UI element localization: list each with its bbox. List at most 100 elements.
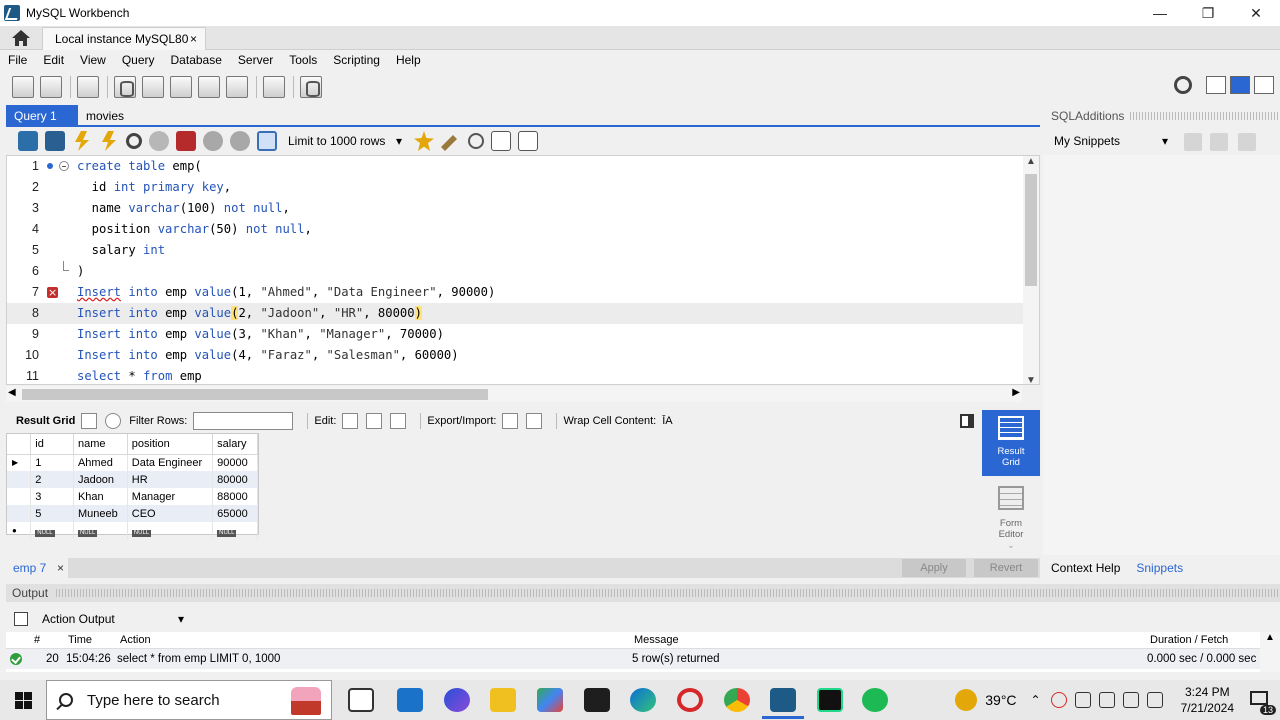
scroll-right-icon[interactable]: ▶ [1012, 387, 1020, 398]
cell[interactable]: Ahmed [73, 454, 128, 471]
cell[interactable]: 5 [30, 505, 74, 522]
new-sql-tab-icon[interactable] [12, 76, 34, 98]
explain-icon[interactable] [126, 133, 142, 149]
rollback-icon[interactable] [230, 131, 250, 151]
code-line[interactable]: 1 create table emp( [7, 156, 1023, 177]
tab-movies[interactable]: movies [78, 105, 158, 127]
delete-row-icon[interactable] [390, 413, 407, 429]
cell[interactable]: CEO [127, 505, 214, 522]
copy-icon[interactable] [14, 612, 28, 626]
opera-icon[interactable] [677, 688, 703, 712]
menu-scripting[interactable]: Scripting [333, 53, 380, 67]
pen-icon[interactable] [1146, 692, 1163, 708]
notifications-button[interactable]: 13 [1246, 685, 1276, 715]
toggle-sidebar-icon[interactable] [1206, 76, 1226, 94]
autocommit-toggle-icon[interactable] [257, 131, 277, 151]
fold-icon[interactable] [59, 161, 69, 171]
execute-current-statement-icon[interactable] [102, 131, 116, 151]
toggle-output-icon[interactable] [1230, 76, 1250, 94]
cell[interactable]: 90000 [212, 454, 258, 471]
grid-icon[interactable] [81, 413, 98, 429]
home-icon[interactable] [10, 28, 32, 48]
mysql-workbench-taskbar-icon[interactable] [762, 688, 804, 719]
code-line[interactable]: 7 Insert into emp value(1, "Ahmed", "Data… [7, 282, 1023, 303]
volume-icon[interactable] [1098, 692, 1115, 708]
microsoft-store-icon[interactable] [397, 688, 423, 712]
commit-icon[interactable] [203, 131, 223, 151]
close-button[interactable]: ✕ [1232, 0, 1280, 26]
terminal-app-icon[interactable] [584, 688, 610, 712]
taskbar-search-box[interactable]: Type here to search [46, 680, 332, 720]
menu-server[interactable]: Server [238, 53, 273, 67]
apply-button[interactable]: Apply [902, 559, 966, 577]
code-line[interactable]: 5 salary int [7, 240, 1023, 261]
edge-icon[interactable] [630, 688, 656, 712]
syntax-error-icon[interactable] [47, 282, 58, 303]
cell[interactable]: 3 [30, 488, 74, 505]
code-line[interactable]: 8 Insert into emp value(2, "Jadoon", "HR"… [7, 303, 1023, 324]
filter-rows-input[interactable] [193, 412, 294, 430]
inspector-icon[interactable] [77, 76, 99, 98]
task-view-icon[interactable] [348, 688, 374, 712]
gear-icon[interactable] [1174, 76, 1192, 94]
stop-icon[interactable] [149, 131, 169, 151]
close-icon[interactable]: × [57, 561, 64, 575]
column-header-name[interactable]: name [73, 434, 128, 455]
table-row[interactable]: 5 Muneeb CEO 65000 [7, 505, 258, 522]
clock[interactable]: 3:24 PM 7/21/2024 [1181, 684, 1234, 716]
delete-snippet-icon[interactable] [1238, 133, 1256, 151]
reconnect-icon[interactable] [300, 76, 322, 98]
invisible-chars-icon[interactable] [491, 131, 511, 151]
save-icon[interactable] [45, 131, 65, 151]
cell[interactable]: HR [127, 471, 214, 488]
import-icon[interactable] [526, 413, 543, 429]
pycharm-icon[interactable] [817, 688, 843, 712]
find-icon[interactable] [468, 133, 484, 149]
scroll-thumb[interactable] [22, 389, 488, 400]
open-file-icon[interactable] [18, 131, 38, 151]
table-row[interactable]: 2 Jadoon HR 80000 [7, 471, 258, 488]
scroll-up-icon[interactable]: ▲ [1265, 632, 1275, 643]
limit-rows-select[interactable]: Limit to 1000 rows ▾ [284, 131, 406, 151]
code-line[interactable]: 3 name varchar(100) not null, [7, 198, 1023, 219]
menu-view[interactable]: View [80, 53, 106, 67]
menu-database[interactable]: Database [171, 53, 222, 67]
file-explorer-icon[interactable] [490, 688, 516, 712]
word-wrap-icon[interactable] [518, 131, 538, 151]
weather-icon[interactable] [955, 689, 978, 711]
form-editor-view-button[interactable]: Form Editor ⌄ [982, 480, 1040, 556]
cell[interactable]: 65000 [212, 505, 258, 522]
opera-tray-icon[interactable] [1050, 692, 1067, 708]
execute-icon[interactable] [75, 131, 89, 151]
scroll-left-icon[interactable]: ◀ [8, 387, 16, 398]
create-view-icon[interactable] [170, 76, 192, 98]
create-table-icon[interactable] [142, 76, 164, 98]
toggle-secondary-sidebar-icon[interactable] [1254, 76, 1274, 94]
cell[interactable]: 2 [30, 471, 74, 488]
code-line[interactable]: 11 select * from emp [7, 366, 1023, 384]
start-button[interactable] [0, 680, 46, 720]
code-line[interactable]: 9 Insert into emp value(3, "Khan", "Manag… [7, 324, 1023, 345]
column-header-position[interactable]: position [127, 434, 214, 455]
editor-vertical-scrollbar[interactable]: ▲ ▼ [1023, 156, 1039, 384]
chevron-down-icon[interactable]: ⌄ [982, 540, 1040, 551]
stop-on-error-icon[interactable] [176, 131, 196, 151]
wifi-icon[interactable] [1122, 692, 1139, 708]
editor-horizontal-scrollbar[interactable]: ◀ ▶ [6, 386, 1022, 402]
spotify-icon[interactable] [862, 688, 888, 712]
open-sql-script-icon[interactable] [40, 76, 62, 98]
toggle-panel-icon[interactable] [960, 414, 974, 428]
visual-studio-icon[interactable] [444, 688, 470, 712]
create-function-icon[interactable] [226, 76, 248, 98]
cell[interactable]: 1 [30, 454, 74, 471]
result-grid-view-button[interactable]: Result Grid [982, 410, 1040, 476]
code-line[interactable]: 10 Insert into emp value(4, "Faraz", "Sal… [7, 345, 1023, 366]
temperature[interactable]: 39°C [985, 692, 1016, 708]
cell[interactable]: Data Engineer [127, 454, 214, 471]
google-play-icon[interactable] [537, 688, 563, 712]
table-row[interactable]: 3 Khan Manager 88000 [7, 488, 258, 505]
table-row[interactable]: ▶ 1 Ahmed Data Engineer 90000 [7, 454, 258, 471]
export-icon[interactable] [502, 413, 519, 429]
wrap-cell-icon[interactable]: ĪA [662, 415, 672, 427]
snippets-select[interactable]: My Snippets ▾ [1050, 131, 1172, 151]
